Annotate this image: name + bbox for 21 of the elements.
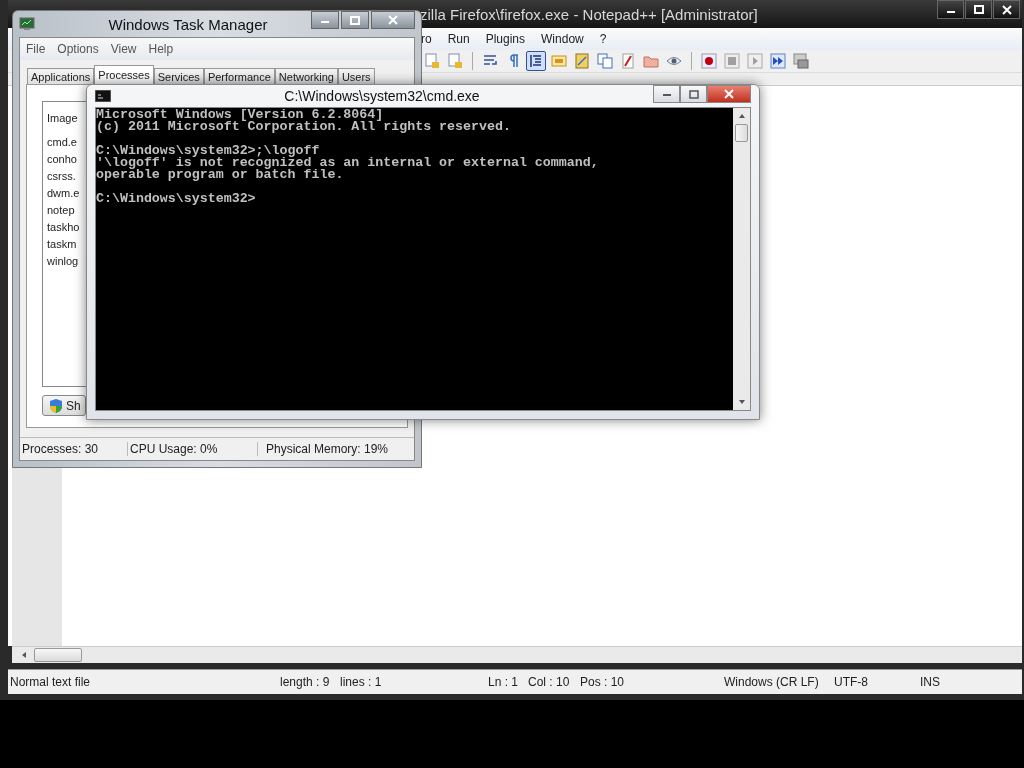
insert-mode-label: INS [919,675,940,689]
console-line: operable program or batch file. [96,169,345,181]
line-label: Ln : 1 [487,675,520,689]
console-line: C:\Windows\system32> [96,193,257,205]
console-line: (c) 2011 Microsoft Corporation. All rights reserved. [96,121,512,133]
console-line: Microsoft Windows [Version 6.2.8064] [96,109,384,121]
console-line: '\logoff' is not recognized as an internal or external command, [96,157,600,169]
line-ending-label: Windows (CR LF) [723,675,820,689]
encoding-label: UTF-8 [833,675,869,689]
cpu-usage: CPU Usage: 0% [128,442,258,456]
console-line: C:\Windows\system32>;\logoff [96,145,321,157]
memory-usage: Physical Memory: 19% [265,442,389,456]
process-count: Processes: 30 [20,442,128,456]
length-label: length : 9 [279,675,331,689]
position-label: Pos : 10 [579,675,626,689]
window-title: C:\Windows\system32\cmd.exe [283,88,481,104]
window-title: Windows Task Manager [107,15,269,33]
column-label: Col : 10 [527,675,571,689]
window-title: zilla Firefox\firefox.exe - Notepad++ [Administrator] [420,5,758,23]
lines-label: lines : 1 [339,675,383,689]
file-type-label: Normal text file [9,675,92,689]
